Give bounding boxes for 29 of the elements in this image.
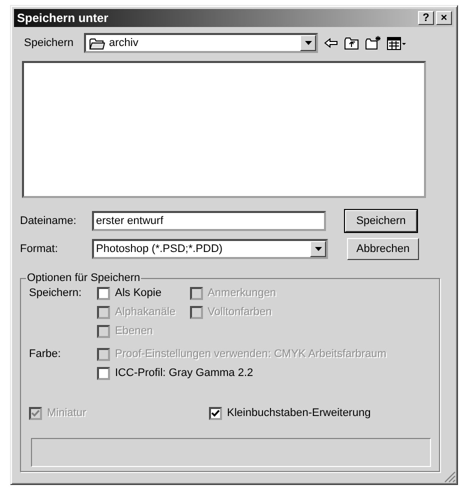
folder-up-icon[interactable] xyxy=(344,36,359,50)
dialog-button[interactable]: Abbrechen xyxy=(347,238,419,260)
group-label: Speichern: xyxy=(29,286,83,301)
title-bar-button[interactable]: ? xyxy=(418,11,434,25)
checkbox-label[interactable]: Kleinbuchstaben-Erweiterung xyxy=(227,407,371,419)
title-bar-button[interactable]: × xyxy=(436,11,452,25)
checkbox-label[interactable]: ICC-Profil: Gray Gamma 2.2 xyxy=(115,367,254,379)
view-menu-icon[interactable] xyxy=(387,36,407,50)
back-arrow-icon[interactable] xyxy=(324,38,338,48)
caret-icon[interactable] xyxy=(314,247,322,251)
folder-icon xyxy=(89,36,105,50)
save-in-label: Speichern xyxy=(24,37,75,49)
resize-grip-icon[interactable] xyxy=(444,471,456,483)
checkbox[interactable] xyxy=(97,286,110,300)
filename-label: Dateiname: xyxy=(20,215,78,227)
filename-field[interactable]: erster entwurf xyxy=(92,211,326,231)
window-title: Speichern unter xyxy=(17,11,110,25)
file-list[interactable] xyxy=(22,61,426,198)
checkbox[interactable] xyxy=(209,406,222,420)
folder-dropdown[interactable]: archiv xyxy=(84,33,318,53)
options-group-title: Optionen für Speichern xyxy=(26,272,142,284)
group-label: Farbe: xyxy=(29,347,62,362)
format-label: Format: xyxy=(20,243,59,255)
format-dropdown[interactable]: Photoshop (*.PSD;*.PDD) xyxy=(92,239,328,259)
dialog-button[interactable]: Speichern xyxy=(345,210,417,232)
caret-icon[interactable] xyxy=(304,41,312,45)
new-folder-icon[interactable] xyxy=(365,36,381,50)
checkbox-label[interactable]: Als Kopie xyxy=(115,287,162,299)
checkbox[interactable] xyxy=(97,366,110,380)
